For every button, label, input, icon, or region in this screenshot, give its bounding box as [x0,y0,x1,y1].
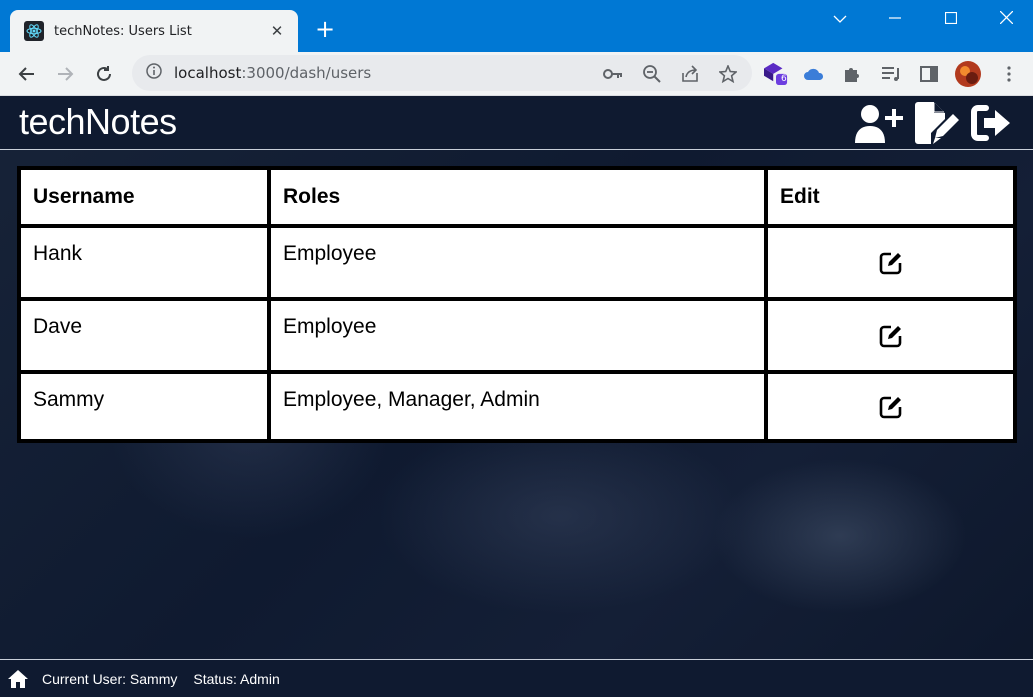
edit-cell [764,224,1017,297]
status-text: Status: Admin [193,670,280,687]
username-cell: Dave [17,297,267,370]
new-note-button[interactable] [913,102,959,144]
edit-user-button[interactable] [877,322,905,350]
browser-tab[interactable]: techNotes: Users List ✕ [10,10,298,52]
reading-list-icon[interactable] [879,62,903,86]
tab-search-icon[interactable] [825,8,855,30]
back-arrow-icon[interactable] [13,60,41,88]
side-panel-icon[interactable] [917,62,941,86]
current-user-text: Current User: Sammy [42,670,178,687]
table-header-row: Username Roles Edit [17,166,1017,224]
home-button[interactable] [8,669,28,689]
browser-menu-icon[interactable] [997,62,1021,86]
header-roles: Roles [267,166,764,224]
browser-titlebar: techNotes: Users List ✕ + [0,0,1033,52]
table-row: Hank Employee [17,224,1017,297]
new-tab-button[interactable]: + [312,17,338,43]
roles-cell: Employee [267,297,764,370]
url-path: :3000/dash/users [241,64,372,82]
edit-icon [879,252,901,274]
share-icon[interactable] [678,62,702,86]
roles-cell: Employee [267,224,764,297]
header-edit: Edit [764,166,1017,224]
add-user-icon [855,105,903,143]
app-header: techNotes [0,96,1033,150]
url-text: localhost:3000/dash/users [174,64,371,82]
logout-button[interactable] [970,102,1012,144]
app-title[interactable]: techNotes [19,101,177,143]
edit-user-button[interactable] [877,393,905,421]
bookmark-star-icon[interactable] [716,62,740,86]
username-cell: Sammy [17,370,267,443]
extensions-puzzle-icon[interactable] [840,62,864,86]
extension-badge-count: 6 [781,74,787,84]
roles-cell: Employee, Manager, Admin [267,370,764,443]
zoom-out-icon[interactable] [640,62,664,86]
url-host: localhost [174,64,242,82]
logout-icon [971,105,1010,141]
new-note-icon [915,102,959,144]
app-footer: Current User: Sammy Status: Admin [0,659,1033,697]
edit-cell [764,370,1017,443]
forward-arrow-icon[interactable] [51,60,79,88]
profile-avatar[interactable] [954,60,982,88]
table-row: Dave Employee [17,297,1017,370]
tab-close-icon[interactable]: ✕ [268,22,286,40]
extension-badge-icon[interactable]: 6 [764,61,788,85]
maximize-button[interactable] [936,8,966,30]
password-key-icon[interactable] [601,62,625,86]
edit-icon [879,396,901,418]
reload-icon[interactable] [90,60,118,88]
minimize-button[interactable] [880,8,910,30]
header-username: Username [17,166,267,224]
tab-title: techNotes: Users List [54,23,192,39]
home-icon [8,669,28,688]
react-favicon-icon [24,21,44,41]
add-user-button[interactable] [853,102,903,144]
username-cell: Hank [17,224,267,297]
table-row: Sammy Employee, Manager, Admin [17,370,1017,443]
edit-user-button[interactable] [877,249,905,277]
edit-icon [879,325,901,347]
cloud-icon[interactable] [802,62,826,86]
edit-cell [764,297,1017,370]
app-viewport: techNotes Username Roles Edit Hank Emplo… [0,96,1033,697]
site-info-icon[interactable] [146,63,162,83]
close-window-button[interactable] [991,8,1021,30]
users-table: Username Roles Edit Hank Employee Dave E… [17,166,1017,443]
